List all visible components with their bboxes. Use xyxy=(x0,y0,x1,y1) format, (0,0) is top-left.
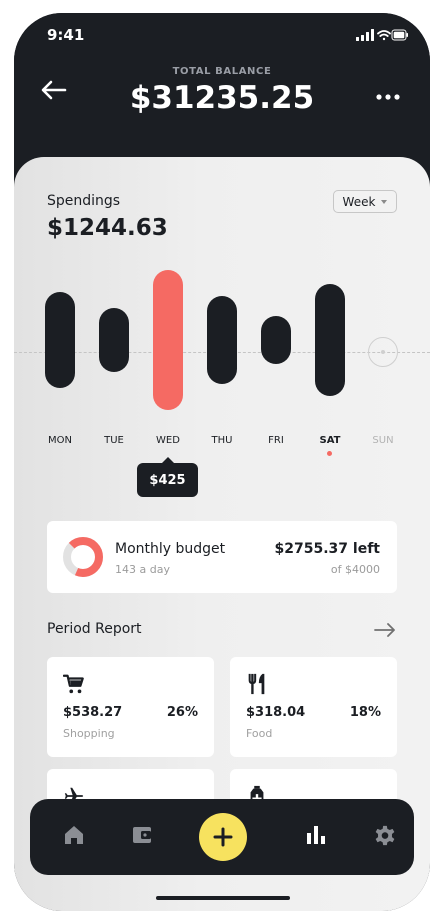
tab-settings[interactable] xyxy=(374,825,396,851)
cart-icon xyxy=(63,674,84,694)
chevron-down-icon xyxy=(381,199,388,204)
phone-screen: 9:41 TOTAL BALANCE $31235.25 Spendings $… xyxy=(14,13,430,911)
monthly-budget-card[interactable]: Monthly budget 143 a day $2755.37 left o… xyxy=(47,521,397,593)
spendings-amount: $1244.63 xyxy=(47,215,168,241)
battery-icon xyxy=(391,29,408,41)
wallet-icon xyxy=(133,827,151,843)
day-label-sat: SAT xyxy=(319,435,341,446)
category-name: Shopping xyxy=(63,727,115,740)
category-amount: $318.04 xyxy=(246,705,306,720)
day-label-sun: SUN xyxy=(372,435,394,446)
bar-sun-empty[interactable] xyxy=(368,337,398,367)
category-percent: 26% xyxy=(166,705,198,720)
tab-home[interactable] xyxy=(64,825,84,849)
fork-knife-icon xyxy=(248,673,265,695)
spendings-title: Spendings xyxy=(47,193,121,209)
bar-sat[interactable] xyxy=(315,284,345,396)
bottom-tab-bar xyxy=(30,799,414,875)
stats-icon xyxy=(307,826,325,844)
budget-left: $2755.37 left xyxy=(274,541,380,557)
day-label-mon: MON xyxy=(48,435,72,446)
balance-label: TOTAL BALANCE xyxy=(172,66,272,77)
wifi-icon xyxy=(377,30,391,41)
bar-mon[interactable] xyxy=(45,292,75,388)
category-name: Food xyxy=(246,727,273,740)
home-indicator xyxy=(156,896,290,900)
bar-fri[interactable] xyxy=(261,316,291,364)
budget-title: Monthly budget xyxy=(115,541,226,557)
category-amount: $538.27 xyxy=(63,705,123,720)
tab-stats[interactable] xyxy=(306,825,326,849)
day-label-fri: FRI xyxy=(268,435,284,446)
bar-thu[interactable] xyxy=(207,296,237,384)
category-card-food[interactable]: $318.04 18% Food xyxy=(230,657,397,757)
content-sheet: Spendings $1244.63 Week MON TUE WED THU … xyxy=(14,157,430,911)
signal-icon xyxy=(356,29,374,41)
plus-icon xyxy=(213,827,233,847)
day-label-wed: WED xyxy=(156,435,180,446)
balance-amount: $31235.25 xyxy=(129,80,315,116)
day-label-thu: THU xyxy=(211,435,233,446)
period-dropdown[interactable]: Week xyxy=(333,190,397,213)
budget-ring-icon xyxy=(63,537,103,577)
day-label-tue: TUE xyxy=(104,435,124,446)
budget-per-day: 143 a day xyxy=(115,563,170,576)
home-icon xyxy=(65,826,83,844)
current-day-dot xyxy=(327,451,332,456)
settings-icon xyxy=(375,825,395,846)
selected-value-tooltip: $425 xyxy=(137,457,198,497)
period-dropdown-label: Week xyxy=(342,194,376,209)
bar-tue[interactable] xyxy=(99,308,129,372)
period-report-title: Period Report xyxy=(47,621,142,637)
budget-total: of $4000 xyxy=(330,563,380,576)
category-percent: 18% xyxy=(349,705,381,720)
dot-icon xyxy=(381,350,385,354)
status-icons xyxy=(356,29,408,41)
add-button[interactable] xyxy=(199,813,247,861)
arrow-right-icon[interactable] xyxy=(374,622,396,641)
status-time: 9:41 xyxy=(47,26,85,44)
tab-wallet[interactable] xyxy=(132,825,152,849)
bar-wed[interactable] xyxy=(153,270,183,410)
category-card-shopping[interactable]: $538.27 26% Shopping xyxy=(47,657,214,757)
